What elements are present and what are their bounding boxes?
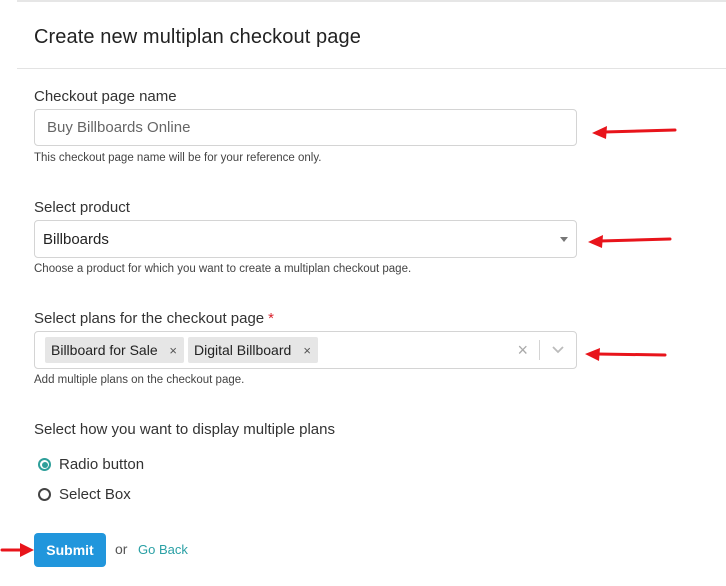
red-arrow-icon <box>588 235 672 248</box>
plan-tag: Billboard for Sale × <box>45 337 184 363</box>
product-select[interactable]: Billboards <box>34 220 577 258</box>
plan-tag-label: Billboard for Sale <box>51 342 158 358</box>
plan-tag: Digital Billboard × <box>188 337 318 363</box>
radio-option-label: Select Box <box>59 486 131 503</box>
clear-all-icon[interactable]: × <box>517 340 528 360</box>
required-mark: * <box>268 310 274 327</box>
remove-tag-icon[interactable]: × <box>163 343 184 358</box>
radio-unchecked-icon[interactable] <box>38 488 51 501</box>
checkout-name-help: This checkout page name will be for your… <box>34 152 322 164</box>
plans-label: Select plans for the checkout page * <box>34 310 274 327</box>
plans-help: Add multiple plans on the checkout page. <box>34 374 245 386</box>
red-arrow-icon <box>0 543 34 557</box>
product-label: Select product <box>34 199 130 216</box>
page-title: Create new multiplan checkout page <box>34 26 361 48</box>
remove-tag-icon[interactable]: × <box>297 343 318 358</box>
caret-down-icon <box>560 237 568 242</box>
radio-checked-icon[interactable] <box>38 458 51 471</box>
display-label: Select how you want to display multiple … <box>34 421 335 438</box>
chevron-down-icon[interactable] <box>551 341 565 359</box>
or-text: or <box>115 541 128 557</box>
page-header: Create new multiplan checkout page <box>17 2 726 69</box>
product-selected-value: Billboards <box>43 230 109 248</box>
indicator-separator <box>539 340 540 360</box>
plans-label-text: Select plans for the checkout page <box>34 310 265 327</box>
red-arrow-icon <box>585 348 667 361</box>
plans-multi-select[interactable]: Billboard for Sale × Digital Billboard ×… <box>34 331 577 369</box>
plan-tag-label: Digital Billboard <box>194 342 292 358</box>
red-arrow-icon <box>592 126 677 139</box>
checkout-name-input[interactable] <box>34 109 577 146</box>
product-help: Choose a product for which you want to c… <box>34 263 412 275</box>
checkout-name-label: Checkout page name <box>34 88 177 105</box>
radio-option-label: Radio button <box>59 456 145 473</box>
go-back-link[interactable]: Go Back <box>138 542 188 557</box>
submit-button[interactable]: Submit <box>34 533 106 567</box>
radio-option-radio-button[interactable]: Radio button <box>38 456 144 473</box>
radio-option-select-box[interactable]: Select Box <box>38 486 131 503</box>
